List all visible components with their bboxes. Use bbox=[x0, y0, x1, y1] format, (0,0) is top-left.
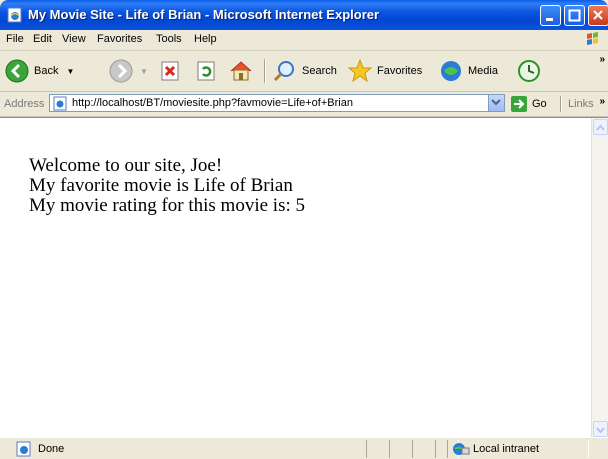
forward-arrow-icon bbox=[109, 59, 133, 83]
history-icon bbox=[518, 60, 540, 82]
toolbar-overflow-icon[interactable]: » bbox=[599, 54, 605, 65]
media-button[interactable]: Media bbox=[438, 57, 498, 85]
scroll-down-icon bbox=[596, 427, 605, 434]
window-title: My Movie Site - Life of Brian - Microsof… bbox=[28, 7, 380, 22]
menu-tools[interactable]: Tools bbox=[156, 33, 182, 45]
scroll-up-button[interactable] bbox=[593, 119, 608, 135]
search-icon bbox=[273, 61, 294, 82]
welcome-line: Welcome to our site, Joe! bbox=[29, 155, 223, 176]
chevron-down-icon bbox=[491, 99, 501, 106]
search-label: Search bbox=[302, 65, 337, 77]
local-intranet-icon bbox=[453, 443, 470, 455]
back-button[interactable]: Back ▼ bbox=[4, 57, 74, 85]
status-panel bbox=[389, 440, 413, 458]
maximize-button[interactable] bbox=[564, 5, 585, 26]
favorite-movie-line: My favorite movie is Life of Brian bbox=[29, 175, 293, 196]
status-bar: Done Local intranet bbox=[0, 437, 608, 459]
menu-view[interactable]: View bbox=[62, 33, 86, 45]
refresh-icon bbox=[197, 61, 215, 81]
page-body: Welcome to our site, Joe! My favorite mo… bbox=[29, 156, 305, 216]
maximize-icon bbox=[568, 9, 581, 22]
home-icon bbox=[230, 61, 252, 81]
scroll-down-button[interactable] bbox=[593, 421, 608, 437]
search-button[interactable]: Search bbox=[272, 57, 337, 85]
status-text: Done bbox=[38, 443, 65, 455]
status-panel bbox=[366, 440, 390, 458]
standard-toolbar: Back ▼ ▼ Search Favorites Media » bbox=[0, 51, 608, 92]
close-icon bbox=[593, 10, 603, 20]
media-icon bbox=[441, 61, 461, 81]
back-dropdown-icon[interactable]: ▼ bbox=[66, 67, 74, 76]
stop-icon bbox=[161, 61, 179, 81]
go-arrow-icon bbox=[511, 96, 527, 112]
stop-button[interactable] bbox=[158, 57, 182, 85]
menu-file[interactable]: File bbox=[6, 33, 24, 45]
toolbar-separator bbox=[264, 59, 266, 83]
favorites-button[interactable]: Favorites bbox=[347, 57, 422, 85]
links-button[interactable]: Links bbox=[568, 98, 594, 110]
back-arrow-icon bbox=[5, 59, 29, 83]
ie-page-icon bbox=[7, 7, 22, 23]
links-overflow-icon[interactable]: » bbox=[599, 96, 605, 107]
forward-button[interactable]: ▼ bbox=[108, 57, 148, 85]
go-button[interactable]: Go bbox=[510, 95, 547, 113]
address-bar: Address http://localhost/BT/moviesite.ph… bbox=[0, 92, 608, 117]
menu-bar: File Edit View Favorites Tools Help bbox=[0, 30, 608, 51]
favorites-label: Favorites bbox=[377, 65, 423, 77]
home-button[interactable] bbox=[228, 57, 254, 85]
address-dropdown-button[interactable] bbox=[488, 95, 504, 111]
refresh-button[interactable] bbox=[194, 57, 218, 85]
windows-logo-icon bbox=[579, 31, 605, 49]
address-separator bbox=[560, 96, 562, 112]
vertical-scrollbar[interactable] bbox=[591, 118, 608, 438]
history-button[interactable] bbox=[516, 57, 542, 85]
minimize-icon bbox=[546, 18, 553, 21]
movie-rating-line: My movie rating for this movie is: 5 bbox=[29, 195, 306, 216]
menu-edit[interactable]: Edit bbox=[33, 33, 52, 45]
forward-dropdown-icon: ▼ bbox=[140, 66, 148, 76]
ie-window: My Movie Site - Life of Brian - Microsof… bbox=[0, 0, 608, 459]
address-label: Address bbox=[4, 98, 45, 110]
address-url: http://localhost/BT/moviesite.php?favmov… bbox=[72, 97, 353, 109]
ie-page-icon bbox=[16, 441, 31, 457]
page-content: Welcome to our site, Joe! My favorite mo… bbox=[0, 117, 608, 438]
close-button[interactable] bbox=[588, 5, 608, 26]
security-zone-label: Local intranet bbox=[473, 443, 540, 455]
menu-help[interactable]: Help bbox=[194, 33, 217, 45]
status-panel bbox=[412, 440, 436, 458]
scroll-up-icon bbox=[596, 124, 605, 131]
address-input[interactable]: http://localhost/BT/moviesite.php?favmov… bbox=[49, 94, 505, 112]
go-label: Go bbox=[532, 98, 547, 110]
ie-page-icon bbox=[53, 96, 67, 111]
menu-favorites[interactable]: Favorites bbox=[97, 33, 142, 45]
minimize-button[interactable] bbox=[540, 5, 561, 26]
back-label: Back bbox=[34, 65, 59, 77]
title-bar[interactable]: My Movie Site - Life of Brian - Microsof… bbox=[0, 0, 608, 30]
media-label: Media bbox=[468, 65, 498, 77]
favorites-star-icon bbox=[347, 58, 373, 83]
